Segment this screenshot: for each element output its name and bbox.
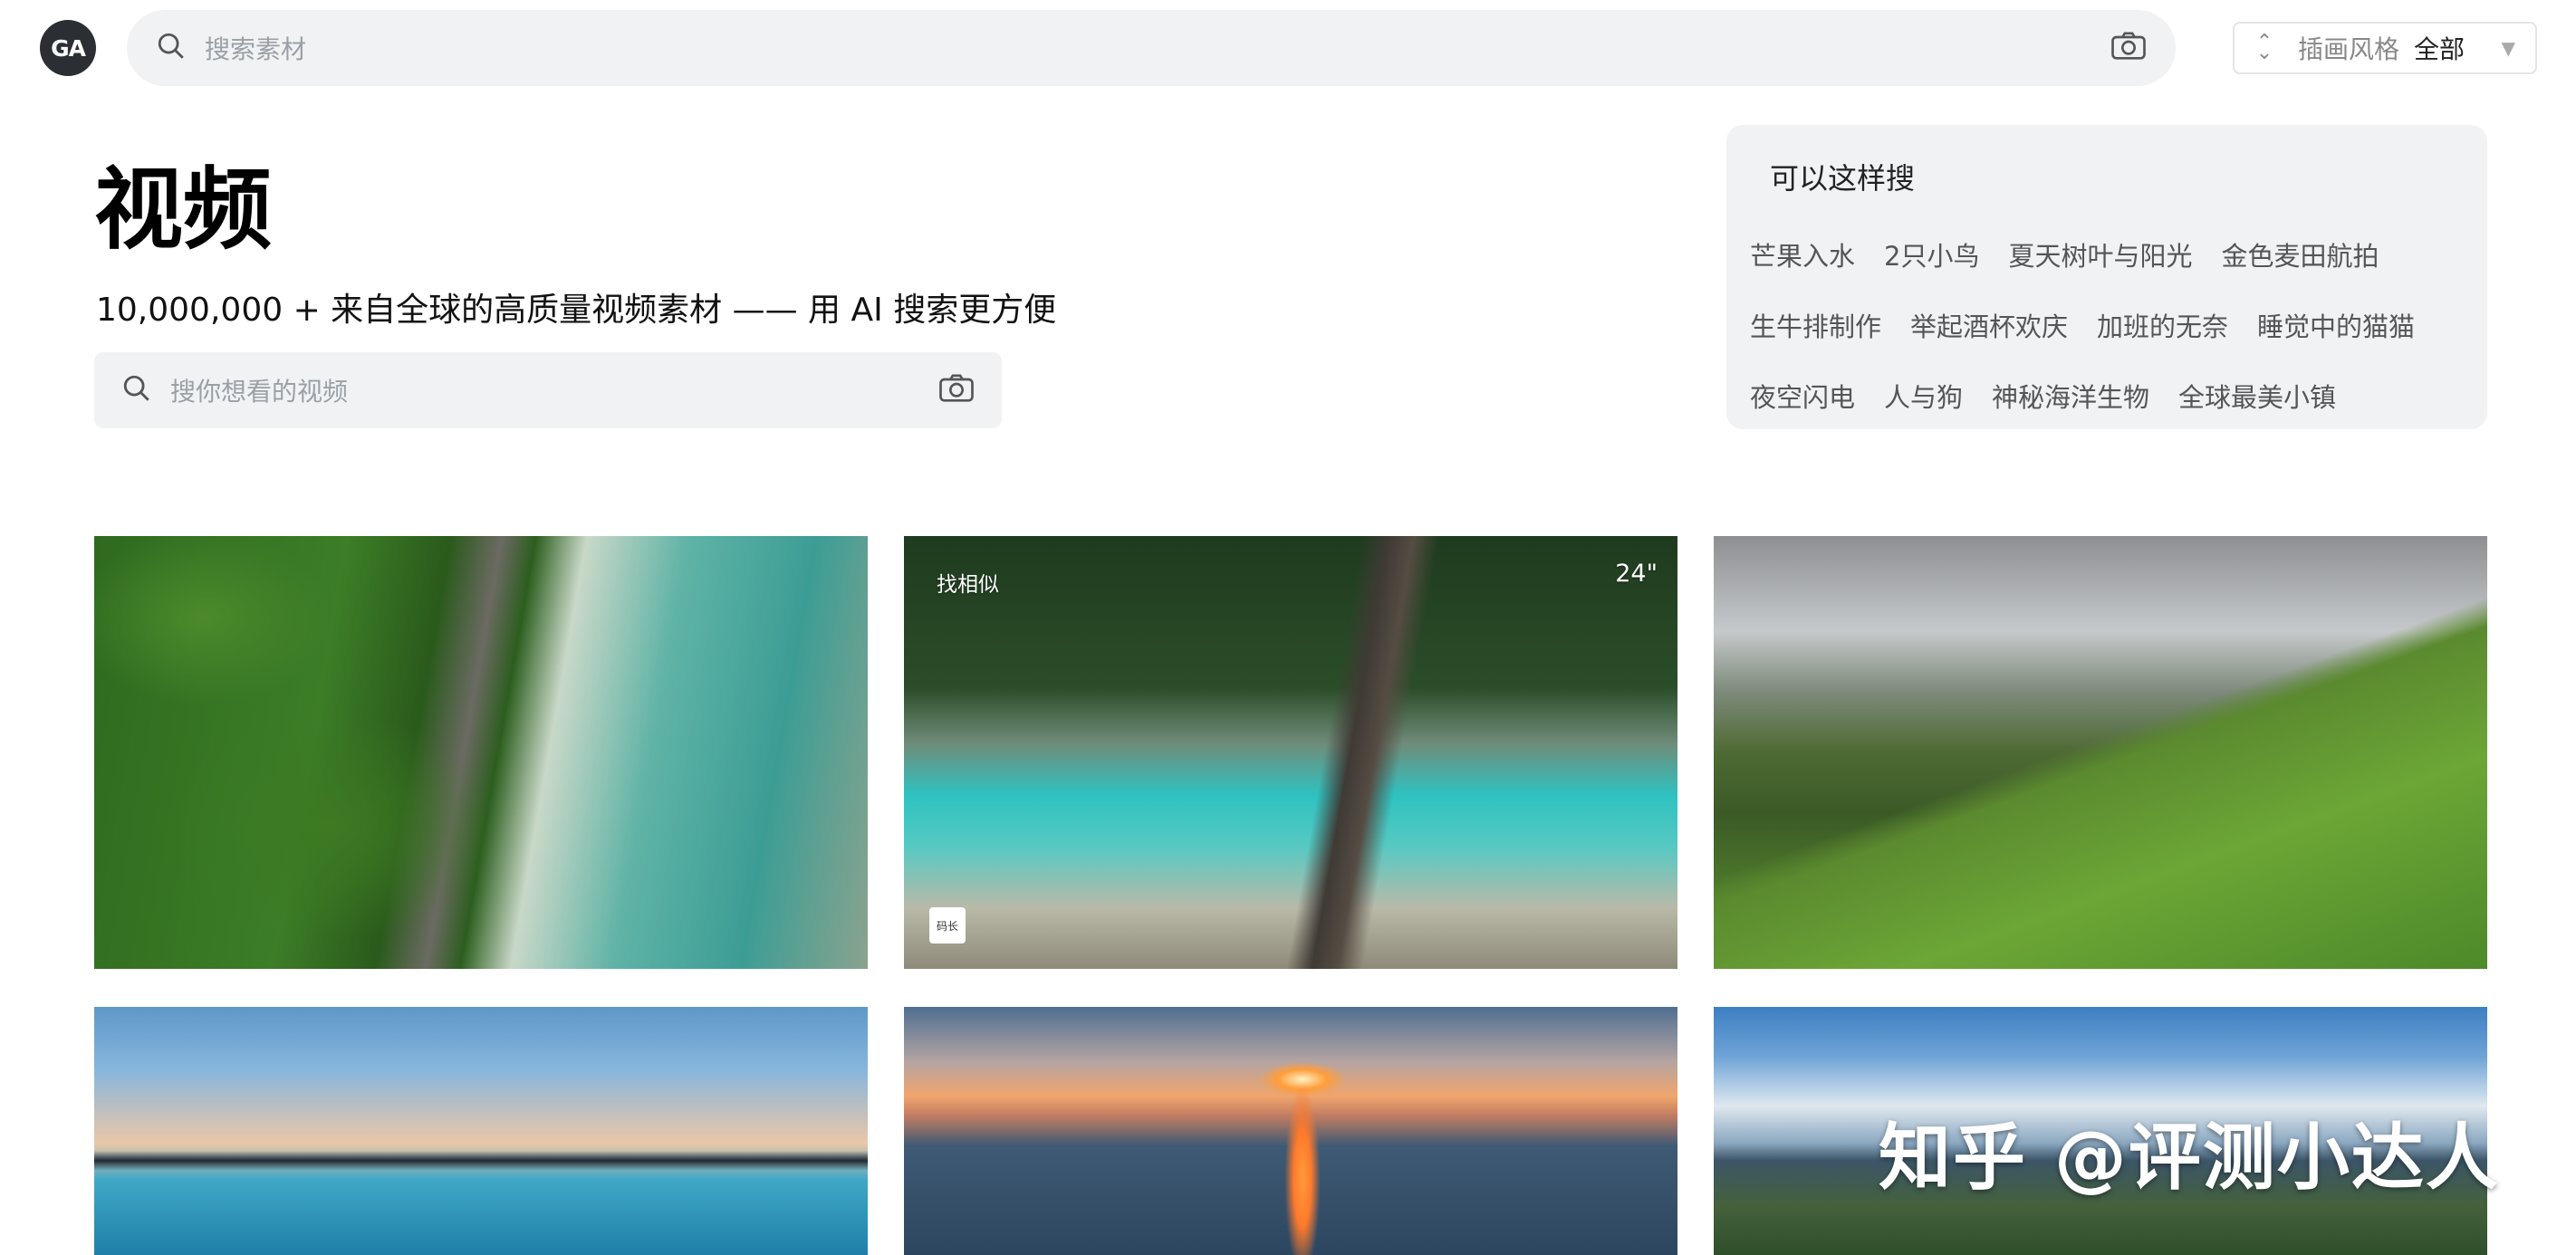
suggestion-tag[interactable]: 生牛排制作 <box>1750 306 1881 344</box>
illustration-style-select[interactable]: ⌃ ⌄ 插画风格 全部 ▼ <box>2233 22 2537 74</box>
find-similar-button[interactable]: 找相似 <box>937 567 999 598</box>
video-thumbnail-pier-sky[interactable] <box>94 1007 868 1255</box>
logo-text: GA <box>51 34 86 62</box>
search-suggestions-panel: 可以这样搜 芒果入水 2只小鸟 夏天树叶与阳光 金色麦田航拍 生牛排制作 举起酒… <box>1726 125 2487 429</box>
suggestions-heading: 可以这样搜 <box>1770 161 1916 196</box>
suggestion-tag[interactable]: 金色麦田航拍 <box>2221 235 2379 273</box>
video-search-input[interactable]: 搜你想看的视频 <box>170 372 938 408</box>
video-thumbnail-alpine-valley[interactable] <box>1714 536 2487 969</box>
page-title: 视频 <box>94 158 273 262</box>
suggestion-tag[interactable]: 芒果入水 <box>1750 235 1855 273</box>
suggestion-tag[interactable]: 人与狗 <box>1884 377 1963 415</box>
suggestion-row: 芒果入水 2只小鸟 夏天树叶与阳光 金色麦田航拍 <box>1750 235 2464 273</box>
style-select-label: 插画风格 <box>2298 34 2400 64</box>
suggestion-tag[interactable]: 加班的无奈 <box>2097 306 2228 344</box>
video-thumbnail-sea-sunset[interactable] <box>904 1007 1677 1255</box>
suggestion-tag[interactable]: 举起酒杯欢庆 <box>1910 306 2068 344</box>
watermark-text: 知乎 @评测小达人 <box>1879 1116 2500 1200</box>
suggestion-tag[interactable]: 夜空闪电 <box>1750 377 1855 415</box>
top-search-bar[interactable]: 搜索素材 <box>127 10 2176 86</box>
search-icon <box>156 31 187 65</box>
chevron-down-icon: ▼ <box>2501 37 2515 59</box>
style-select-value: 全部 <box>2414 34 2465 64</box>
video-thumbnail-aerial-coast[interactable] <box>94 536 868 969</box>
camera-icon[interactable] <box>2110 31 2147 65</box>
suggestion-tag[interactable]: 夏天树叶与阳光 <box>2008 235 2192 273</box>
suggestion-row: 生牛排制作 举起酒杯欢庆 加班的无奈 睡觉中的猫猫 <box>1750 306 2464 344</box>
source-badge: 码长 <box>929 907 966 944</box>
search-icon <box>121 373 152 407</box>
suggestion-row: 夜空闪电 人与狗 神秘海洋生物 全球最美小镇 <box>1750 377 2464 415</box>
suggestion-tag[interactable]: 2只小鸟 <box>1884 235 1979 273</box>
top-search-input[interactable]: 搜索素材 <box>205 30 2110 66</box>
page-subtitle: 10,000,000 + 来自全球的高质量视频素材 —— 用 AI 搜索更方便 <box>96 292 1057 329</box>
site-logo[interactable]: GA <box>40 20 96 76</box>
suggestion-tag[interactable]: 全球最美小镇 <box>2178 377 2336 415</box>
camera-icon[interactable] <box>938 373 975 407</box>
video-search-bar[interactable]: 搜你想看的视频 <box>94 352 1002 428</box>
video-duration: 24" <box>1615 560 1658 588</box>
suggestion-tag[interactable]: 神秘海洋生物 <box>1992 377 2149 415</box>
video-thumbnail-forest-pool[interactable]: 找相似 24" 码长 <box>904 536 1677 969</box>
suggestion-tag[interactable]: 睡觉中的猫猫 <box>2257 306 2415 344</box>
sort-icon: ⌃ ⌄ <box>2255 31 2273 64</box>
